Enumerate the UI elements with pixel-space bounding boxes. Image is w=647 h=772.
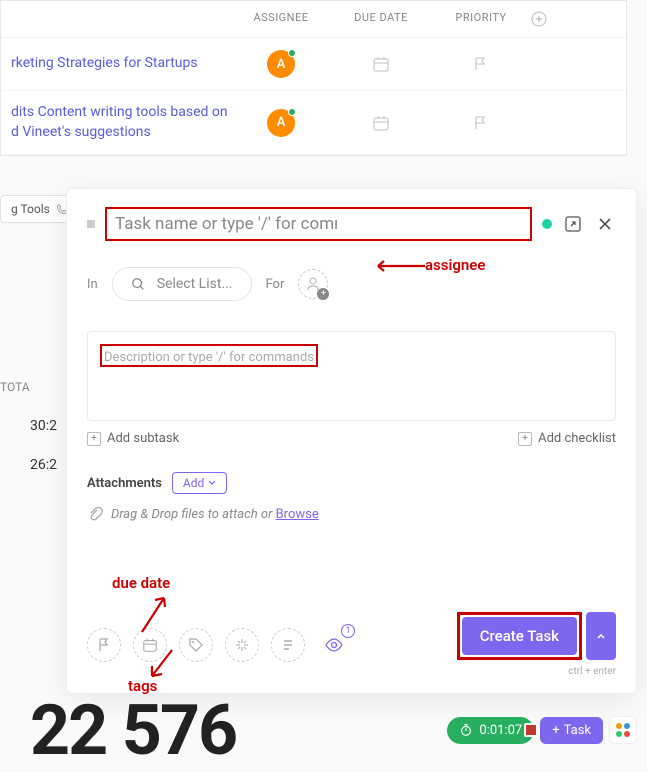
eye-icon <box>324 635 344 655</box>
due-date-cell[interactable] <box>331 114 431 132</box>
totals-label: TOTA <box>0 380 30 394</box>
plus-icon: + <box>317 288 329 300</box>
flag-icon <box>96 637 112 653</box>
close-icon <box>597 216 613 232</box>
create-task-button[interactable]: Create Task <box>462 617 577 655</box>
table-row[interactable]: rketing Strategies for Startups A <box>1 38 626 91</box>
stopwatch-icon <box>459 723 473 737</box>
plus-icon: + <box>518 432 532 446</box>
status-square[interactable] <box>87 220 95 228</box>
in-label: In <box>87 277 98 292</box>
for-label: For <box>266 277 285 292</box>
ctrl-enter-hint: ctrl + enter <box>457 666 616 677</box>
col-priority: PRIORITY <box>431 11 531 27</box>
dependency-button[interactable] <box>271 628 305 662</box>
tools-chip-label: g Tools <box>11 202 50 216</box>
browse-link[interactable]: Browse <box>276 507 319 522</box>
priority-cell[interactable] <box>431 115 531 131</box>
due-date-button[interactable] <box>133 628 167 662</box>
apps-icon <box>616 723 630 737</box>
calendar-icon <box>372 114 390 132</box>
list-icon <box>280 637 296 653</box>
priority-cell[interactable] <box>431 56 531 72</box>
add-column-button[interactable] <box>531 11 571 27</box>
task-name[interactable]: dits Content writing tools based on d Vi… <box>1 103 231 142</box>
timer-value: 0:01:07 <box>479 723 522 738</box>
flag-icon <box>473 115 489 131</box>
tag-icon <box>188 637 204 653</box>
task-name-input[interactable] <box>109 210 343 238</box>
attachments-label: Attachments <box>87 476 162 491</box>
col-assignee: ASSIGNEE <box>231 11 331 27</box>
assignee-cell[interactable]: A <box>231 50 331 78</box>
tags-button[interactable] <box>179 628 213 662</box>
description-input[interactable] <box>104 350 314 365</box>
drag-drop-hint: Drag & Drop files to attach or Browse <box>87 506 616 522</box>
add-checklist-label: Add checklist <box>538 431 616 446</box>
description-box[interactable] <box>87 331 616 421</box>
caret-down-icon <box>208 479 216 487</box>
calendar-icon <box>372 55 390 73</box>
table-header: ASSIGNEE DUE DATE PRIORITY <box>1 1 626 38</box>
select-list-picker[interactable]: Select List... <box>112 267 252 301</box>
online-dot <box>288 108 296 116</box>
expand-button[interactable] <box>562 213 584 235</box>
time-value: 26:2 <box>30 457 57 473</box>
select-list-placeholder: Select List... <box>157 276 233 292</box>
avatar[interactable]: A <box>267 109 295 137</box>
plus-icon: + <box>552 723 559 738</box>
add-subtask-button[interactable]: + Add subtask <box>87 431 179 446</box>
col-due-date: DUE DATE <box>331 11 431 27</box>
assignee-cell[interactable]: A <box>231 109 331 137</box>
plus-icon: + <box>87 432 101 446</box>
priority-button[interactable] <box>87 628 121 662</box>
big-number: 22 576 <box>30 690 236 772</box>
new-task-button[interactable]: + Task <box>540 717 603 744</box>
paperclip-icon <box>87 506 103 522</box>
timer-chip[interactable]: 0:01:07 <box>447 717 534 744</box>
online-dot <box>288 49 296 57</box>
sparkle-icon <box>234 637 250 653</box>
apps-button[interactable] <box>609 716 637 744</box>
task-table: ASSIGNEE DUE DATE PRIORITY rketing Strat… <box>0 0 627 156</box>
watcher-count: 1 <box>341 624 355 638</box>
avatar[interactable]: A <box>267 50 295 78</box>
calendar-icon <box>142 637 158 653</box>
stop-timer-button[interactable] <box>524 723 538 737</box>
task-name[interactable]: rketing Strategies for Startups <box>1 54 231 74</box>
add-attachment-button[interactable]: Add <box>172 472 227 494</box>
add-subtask-label: Add subtask <box>107 431 179 446</box>
close-button[interactable] <box>594 213 616 235</box>
search-icon <box>131 277 145 291</box>
create-task-modal: In Select List... For + + Add subtask + … <box>66 188 637 694</box>
create-task-dropdown[interactable] <box>586 612 616 660</box>
time-value: 30:2 <box>30 418 57 434</box>
flag-icon <box>473 56 489 72</box>
sprint-button[interactable] <box>225 628 259 662</box>
due-date-cell[interactable] <box>331 55 431 73</box>
assignee-picker[interactable]: + <box>298 269 328 299</box>
add-checklist-button[interactable]: + Add checklist <box>518 431 616 446</box>
watchers-button[interactable]: 1 <box>317 628 351 662</box>
bottom-bar: 0:01:07 + Task <box>447 716 637 744</box>
sync-dot-icon <box>542 219 552 229</box>
caret-up-icon <box>596 631 606 641</box>
table-row[interactable]: dits Content writing tools based on d Vi… <box>1 91 626 155</box>
